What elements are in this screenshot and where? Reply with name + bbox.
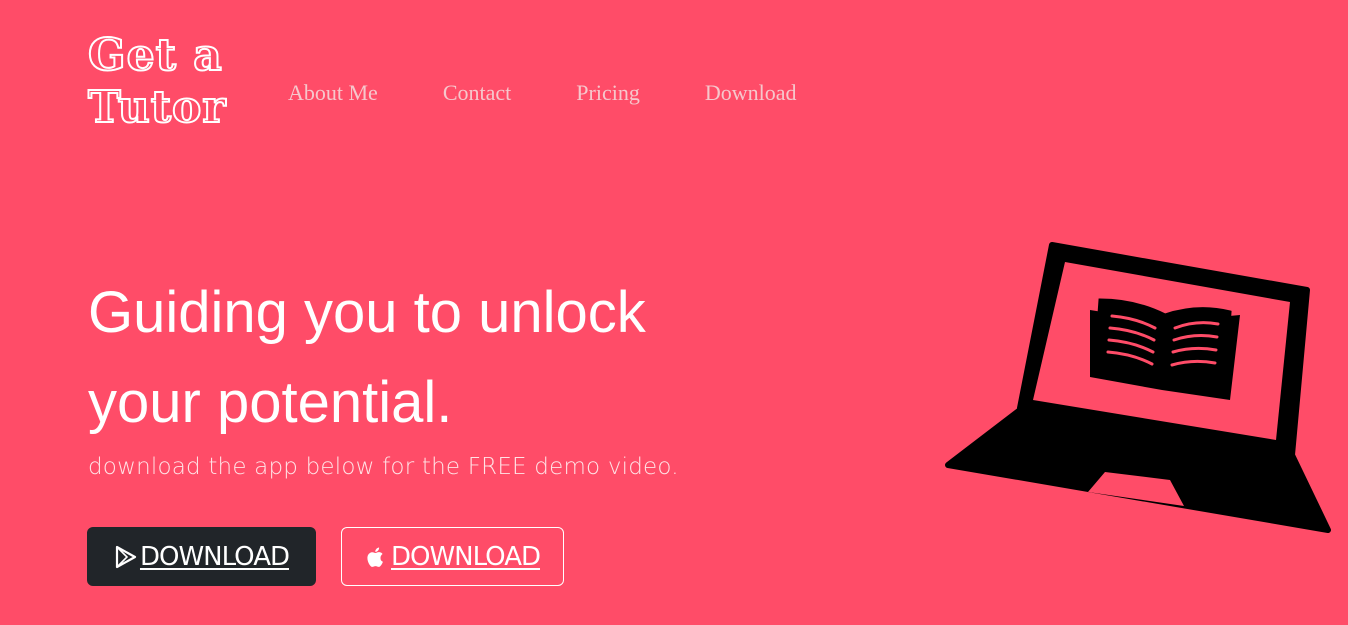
headline-line-2: your potential. [88,370,453,435]
nav-item-pricing: Pricing [576,79,705,107]
nav-link-contact[interactable]: Contact [443,79,511,107]
apple-icon [365,545,389,569]
headline-line-1: Guiding you to unlock [88,280,646,345]
brand-logo[interactable]: Get a Tutor [87,29,258,134]
play-store-icon [114,545,138,569]
nav-link-pricing[interactable]: Pricing [576,79,640,107]
hero-headline: Guiding you to unlock your potential. [88,268,728,448]
nav-item-download: Download [705,79,862,107]
google-play-download-button[interactable]: DOWNLOAD [87,527,316,586]
laptop-book-icon [945,242,1331,533]
nav-link-download[interactable]: Download [705,79,797,107]
brand-line-2: Tutor [87,81,227,134]
nav-link-about-me[interactable]: About Me [288,79,378,107]
app-store-button-label: DOWNLOAD [390,541,541,572]
hero-subtitle: download the app below for the FREE demo… [88,454,679,480]
google-play-button-label: DOWNLOAD [139,541,290,572]
brand-line-1: Get a [87,29,223,82]
main-nav: About Me Contact Pricing Download [288,79,861,107]
nav-item-contact: Contact [443,79,576,107]
app-store-download-button[interactable]: DOWNLOAD [341,527,564,586]
nav-item-about: About Me [288,79,443,107]
